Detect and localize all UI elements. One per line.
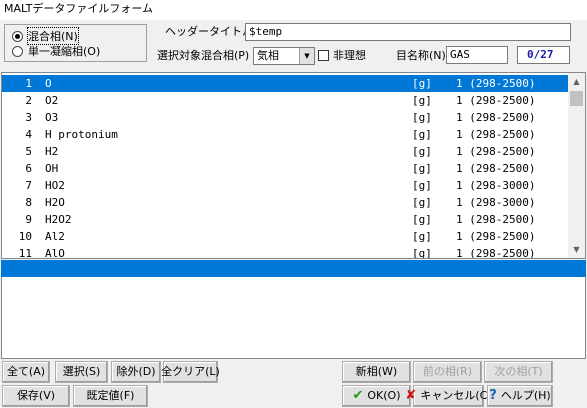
radio-label-mixed: 混合相(N)	[27, 27, 79, 45]
radio-button-mixed[interactable]	[12, 30, 23, 42]
list-item[interactable]: 7 HO2 [g] 1 (298-3000)	[2, 177, 570, 194]
header-title-input[interactable]: $temp	[245, 23, 571, 41]
check-icon: ✔	[352, 388, 364, 403]
list-scrollbar[interactable]: ▲ ▼	[568, 73, 585, 258]
list-item[interactable]: 1 O [g] 1 (298-2500)	[2, 75, 570, 92]
target-phase-select[interactable]: 気相 ▼	[253, 47, 315, 65]
scroll-down-icon[interactable]: ▼	[568, 241, 585, 258]
next-phase-button[interactable]: 次の相(T)	[484, 361, 553, 383]
ok-label: OK(O)	[367, 389, 401, 402]
list-item[interactable]: 4 H protonium [g] 1 (298-2500)	[2, 126, 570, 143]
scroll-up-icon[interactable]: ▲	[568, 73, 585, 90]
list-item[interactable]: 10 Al2 [g] 1 (298-2500)	[2, 228, 570, 245]
phase-mode-group: 混合相(N) 単一凝縮相(O)	[4, 24, 147, 62]
chevron-down-icon[interactable]: ▼	[299, 48, 314, 64]
nonideal-label: 非理想	[333, 49, 366, 62]
nonideal-checkbox[interactable]	[318, 50, 329, 61]
radio-label-single: 単一凝縮相(O)	[28, 45, 101, 58]
name-label: 目名称(N)	[396, 49, 446, 62]
help-button[interactable]: ? ヘルプ(H)	[487, 385, 553, 407]
clear-all-button[interactable]: 全クリア(L)	[161, 361, 220, 383]
cancel-label: キャンセル(C)	[420, 389, 492, 402]
list-item[interactable]: 5 H2 [g] 1 (298-2500)	[2, 143, 570, 160]
species-list[interactable]: 1 O [g] 1 (298-2500) 2 O2 [g] 1 (298-250…	[1, 72, 586, 259]
default-button[interactable]: 既定値(F)	[73, 385, 148, 407]
radio-button-single[interactable]	[12, 45, 23, 57]
save-button[interactable]: 保存(V)	[2, 385, 70, 407]
radio-single-condensed-phase[interactable]: 単一凝縮相(O)	[12, 44, 100, 58]
phase-species-list[interactable]	[1, 277, 586, 359]
species-counter: 0/27	[517, 46, 570, 64]
list-item[interactable]: 3 O3 [g] 1 (298-2500)	[2, 109, 570, 126]
ok-button[interactable]: ✔ OK(O)	[342, 385, 411, 407]
new-phase-button[interactable]: 新相(W)	[342, 361, 411, 383]
list-item[interactable]: 9 H2O2 [g] 1 (298-2500)	[2, 211, 570, 228]
select-all-button[interactable]: 全て(A)	[2, 361, 50, 383]
list-item[interactable]: 8 H2O [g] 1 (298-3000)	[2, 194, 570, 211]
list-item[interactable]: 2 O2 [g] 1 (298-2500)	[2, 92, 570, 109]
list-item[interactable]: 6 OH [g] 1 (298-2500)	[2, 160, 570, 177]
x-icon: ✘	[405, 388, 417, 403]
select-button[interactable]: 選択(S)	[55, 361, 108, 383]
phase-list-selected-row[interactable]	[1, 260, 586, 277]
list-item[interactable]: 11 AlO [g] 1 (298-2500)	[2, 245, 570, 258]
exclude-button[interactable]: 除外(D)	[111, 361, 161, 383]
cancel-button[interactable]: ✘ キャンセル(C)	[405, 385, 492, 407]
target-phase-label: 選択対象混合相(P)	[157, 49, 250, 62]
window-title: MALTデータファイルフォーム	[0, 0, 587, 20]
radio-mixed-phase[interactable]: 混合相(N)	[12, 27, 79, 45]
question-icon: ?	[489, 388, 497, 403]
scrollbar-thumb[interactable]	[570, 91, 583, 106]
name-input[interactable]: GAS	[446, 46, 508, 64]
target-phase-value: 気相	[257, 49, 279, 62]
help-label: ヘルプ(H)	[500, 389, 551, 402]
prev-phase-button[interactable]: 前の相(R)	[413, 361, 482, 383]
header-title-label: ヘッダータイトル	[165, 25, 253, 38]
